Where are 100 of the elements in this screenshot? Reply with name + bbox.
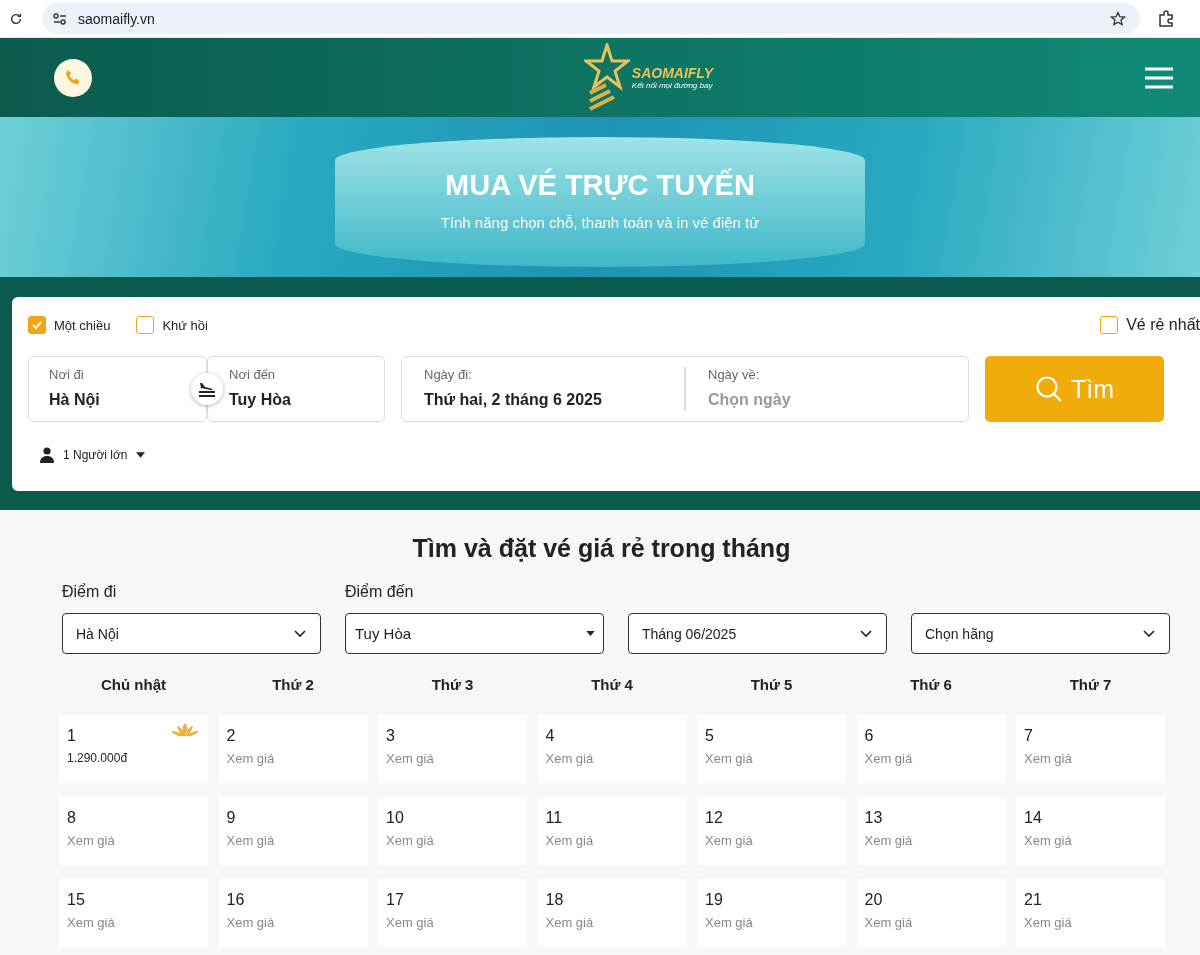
view-price-link[interactable]: Xem giá: [545, 915, 679, 930]
day-number: 4: [545, 727, 556, 745]
calendar-day[interactable]: 10 Xem giá: [378, 797, 527, 865]
view-price-link[interactable]: Xem giá: [864, 915, 998, 930]
caret-icon: [586, 631, 595, 636]
day-number: 7: [1024, 727, 1034, 745]
trip-type-option[interactable]: Khứ hồi: [136, 316, 208, 334]
view-price-link[interactable]: Xem giá: [705, 915, 838, 930]
trip-type-option[interactable]: Một chiều: [28, 316, 111, 334]
fare-price: 1.290.000đ: [67, 751, 129, 765]
calendar-day[interactable]: 3 Xem giá: [378, 715, 527, 783]
logo-name: SAOMAIFLY: [631, 65, 714, 81]
day-number: 13: [864, 809, 884, 827]
chevron-down-icon: [860, 629, 872, 638]
calendar-day[interactable]: 20 Xem giá: [856, 879, 1006, 947]
calendar-day[interactable]: 2 Xem giá: [218, 715, 368, 783]
day-number: 2: [226, 727, 237, 745]
hero-subtitle: Tính năng chọn chỗ, thanh toán và in vé điện tử: [440, 214, 760, 231]
cheapest-fare-option[interactable]: Vé rẻ nhất: [1100, 316, 1200, 334]
calendar-day[interactable]: 4 Xem giá: [537, 715, 687, 783]
extensions-icon[interactable]: [1157, 9, 1175, 28]
view-price-link[interactable]: Xem giá: [864, 751, 998, 766]
calendar-day[interactable]: 21 Xem giá: [1016, 879, 1165, 947]
weekday-header: Thứ 4: [590, 676, 634, 693]
calendar-day[interactable]: 15 Xem giá: [59, 879, 208, 947]
day-number: 17: [386, 891, 405, 909]
view-price-link[interactable]: Xem giá: [1024, 833, 1157, 848]
section-title: Tìm và đặt vé giá rẻ trong tháng: [411, 534, 792, 563]
day-number: 9: [226, 809, 237, 827]
filter-dropdown[interactable]: Chọn hãng: [911, 613, 1170, 654]
day-number: 16: [226, 891, 246, 909]
calendar-day[interactable]: 14 Xem giá: [1016, 797, 1165, 865]
url-text: saomaifly.vn: [78, 10, 156, 27]
view-price-link[interactable]: Xem giá: [864, 833, 998, 848]
weekday-header: Thứ 5: [749, 676, 794, 693]
menu-icon[interactable]: [1145, 66, 1173, 89]
checkmark-icon: [31, 319, 43, 331]
destination-field[interactable]: Nơi đến Tuy Hòa: [207, 356, 385, 422]
day-number: 21: [1024, 891, 1043, 909]
view-price-link[interactable]: Xem giá: [226, 915, 360, 930]
filter-dropdown[interactable]: Tháng 06/2025: [628, 613, 887, 654]
search-icon: [1034, 375, 1063, 403]
caret-icon: [136, 452, 146, 458]
view-price-link[interactable]: Xem giá: [386, 751, 519, 766]
view-price-link[interactable]: Xem giá: [386, 915, 519, 930]
view-price-link[interactable]: Xem giá: [386, 833, 519, 848]
date-field[interactable]: Ngày đi: Thứ hai, 2 tháng 6 2025 Ngày về: Chọn ngày: [401, 356, 969, 422]
chevron-down-icon: [1143, 629, 1155, 638]
day-number: 12: [705, 809, 724, 827]
calendar-day[interactable]: 17 Xem giá: [378, 879, 527, 947]
star-logo-icon: [583, 42, 630, 113]
view-price-link[interactable]: Xem giá: [545, 833, 679, 848]
hero-title: MUA VÉ TRỰC TUYẾN: [445, 169, 755, 202]
view-price-link[interactable]: Xem giá: [1024, 751, 1157, 766]
phone-button[interactable]: [54, 58, 92, 97]
day-number: 6: [864, 727, 875, 745]
swap-button[interactable]: [191, 373, 223, 405]
calendar-day[interactable]: 9 Xem giá: [218, 797, 368, 865]
passenger-selector[interactable]: 1 Người lớn: [40, 447, 146, 463]
bookmark-star-icon[interactable]: [1110, 10, 1126, 27]
calendar-day[interactable]: 6 Xem giá: [856, 715, 1006, 783]
view-price-link[interactable]: Xem giá: [226, 751, 360, 766]
view-price-link[interactable]: Xem giá: [705, 833, 838, 848]
weekday-header: Thứ 3: [430, 676, 475, 693]
view-price-link[interactable]: Xem giá: [67, 833, 200, 848]
day-number: 1: [67, 727, 77, 745]
calendar-day[interactable]: 7 Xem giá: [1016, 715, 1165, 783]
calendar-day[interactable]: 19 Xem giá: [697, 879, 846, 947]
calendar-day[interactable]: 1 1.290.000đ: [59, 715, 208, 783]
calendar-day[interactable]: 16 Xem giá: [218, 879, 368, 947]
calendar-day[interactable]: 12 Xem giá: [697, 797, 846, 865]
calendar-day[interactable]: 18 Xem giá: [537, 879, 687, 947]
filter-dropdown[interactable]: Hà Nội: [62, 613, 321, 654]
calendar-day[interactable]: 11 Xem giá: [537, 797, 687, 865]
view-price-link[interactable]: Xem giá: [226, 833, 360, 848]
day-number: 10: [386, 809, 405, 827]
reload-icon[interactable]: [9, 11, 23, 26]
day-number: 19: [705, 891, 724, 909]
logo-tagline: Kết nối mọi đường bay: [631, 81, 714, 90]
address-bar[interactable]: saomaifly.vn: [42, 3, 1140, 34]
view-price-link[interactable]: Xem giá: [1024, 915, 1157, 930]
view-price-link[interactable]: Xem giá: [705, 751, 838, 766]
calendar-day[interactable]: 8 Xem giá: [59, 797, 208, 865]
day-number: 5: [705, 727, 715, 745]
day-number: 11: [545, 809, 564, 827]
calendar-day[interactable]: 13 Xem giá: [856, 797, 1006, 865]
day-number: 15: [67, 891, 86, 909]
weekday-header: Thứ 6: [909, 676, 953, 693]
calendar-day[interactable]: 5 Xem giá: [697, 715, 846, 783]
filter-dropdown[interactable]: Tuy Hòa: [345, 613, 604, 654]
site-settings-icon[interactable]: [52, 10, 68, 27]
day-number: 18: [545, 891, 565, 909]
person-icon: [40, 447, 54, 463]
day-number: 3: [386, 727, 396, 745]
view-price-link[interactable]: Xem giá: [67, 915, 200, 930]
view-price-link[interactable]: Xem giá: [545, 751, 679, 766]
weekday-header: Chủ nhật: [100, 676, 167, 693]
filter-label: Điểm đi: [62, 583, 118, 601]
day-number: 20: [864, 891, 884, 909]
chevron-down-icon: [294, 629, 306, 638]
